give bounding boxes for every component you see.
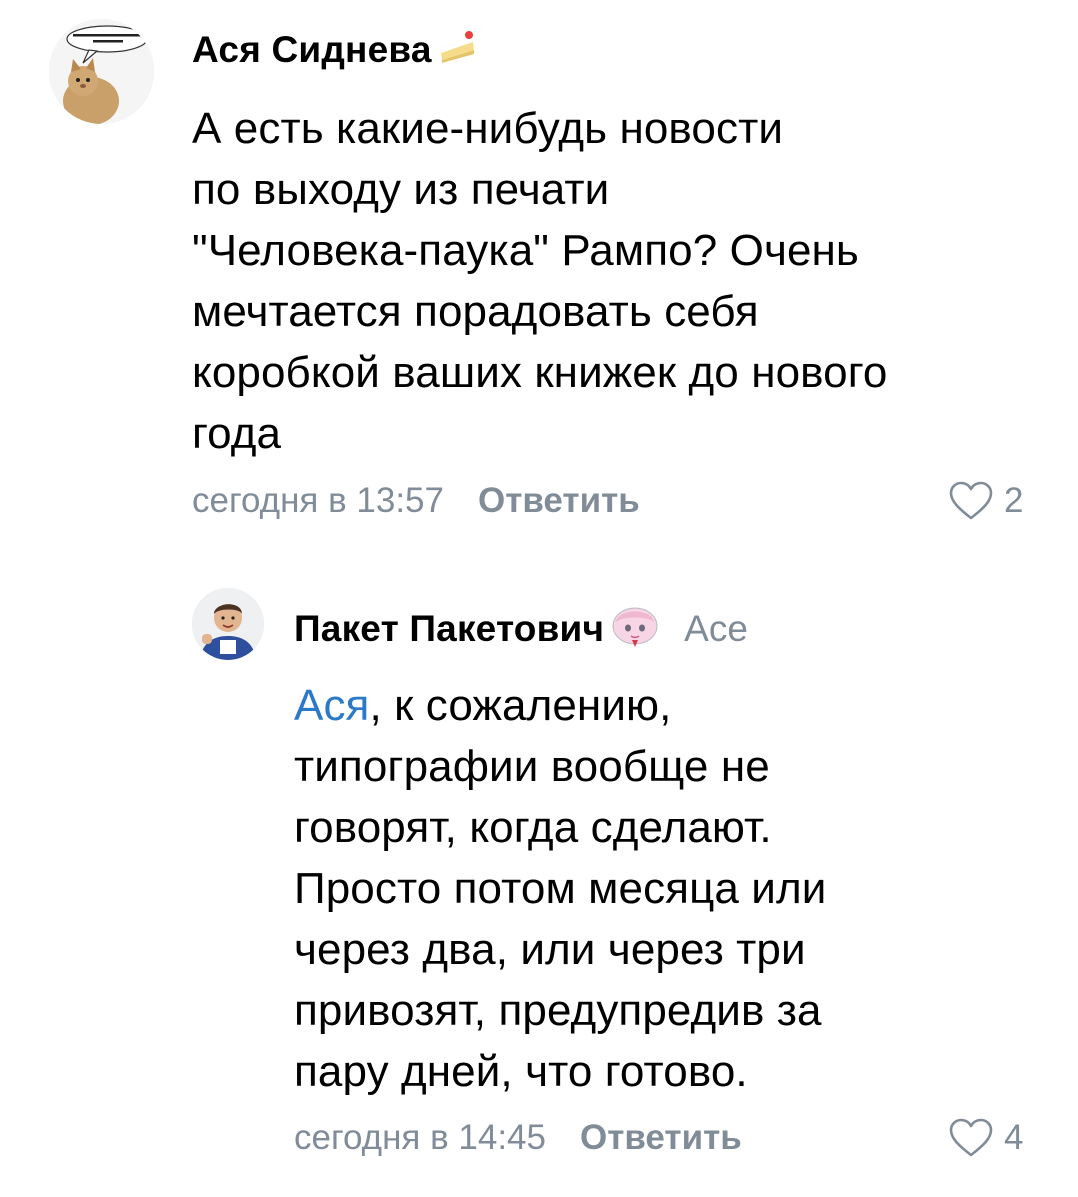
comment-author-line: Пакет Пакетович Асе [294, 604, 748, 653]
comment-text-line: года [192, 409, 282, 458]
timestamp: сегодня в 13:57 [192, 481, 444, 520]
comment-text-line: через два, или через три [294, 925, 806, 974]
comment-text: Ася, к сожалению, типографии вообще не г… [294, 675, 826, 1102]
reply-button[interactable]: Ответить [580, 1118, 742, 1158]
comment-text-line: "Человека-паука" Рампо? Очень [192, 226, 859, 275]
comment-text: А есть какие-нибудь новости по выходу из… [192, 98, 887, 464]
anime-girl-sticker-icon [608, 604, 662, 653]
like-count: 2 [1004, 481, 1024, 520]
comment-text-line: пару дней, что готово. [294, 1047, 748, 1096]
man-avatar-image [192, 588, 264, 660]
cat-avatar-image [49, 19, 154, 124]
reply-button[interactable]: Ответить [478, 481, 640, 521]
like-button[interactable]: 2 [948, 481, 1023, 521]
author-name[interactable]: Пакет Пакетович [294, 608, 604, 650]
comment-text-line: Просто потом месяца или [294, 864, 827, 913]
comment-author-line: Ася Сиднева [192, 28, 478, 71]
avatar[interactable] [49, 19, 154, 124]
comment-text-line: говорят, когда сделают. [294, 803, 772, 852]
comment-meta: сегодня в 13:57 Ответить [192, 481, 640, 521]
comment-text-line: мечтается порадовать себя [192, 287, 759, 336]
avatar[interactable] [192, 588, 264, 660]
comment-text-line: Ася, к сожалению, [294, 675, 826, 736]
heart-icon [949, 481, 993, 520]
reply-to-name[interactable]: Асе [684, 608, 748, 650]
like-button[interactable]: 4 [948, 1118, 1023, 1158]
comment-text-line: привозят, предупредив за [294, 986, 822, 1035]
author-name[interactable]: Ася Сиднева [192, 29, 432, 71]
like-count: 4 [1004, 1118, 1024, 1157]
comment-text-fragment: , к сожалению, [369, 681, 672, 730]
heart-icon [949, 1118, 993, 1157]
comment-text-line: типографии вообще не [294, 742, 770, 791]
cake-sticker-icon [436, 28, 478, 71]
mention-link[interactable]: Ася [294, 681, 369, 730]
comment-text-line: по выходу из печати [192, 165, 610, 214]
comment-meta: сегодня в 14:45 Ответить [294, 1118, 742, 1158]
comment-text-line: А есть какие-нибудь новости [192, 104, 784, 153]
comment-text-line: коробкой ваших книжек до нового [192, 348, 888, 397]
timestamp: сегодня в 14:45 [294, 1118, 546, 1157]
